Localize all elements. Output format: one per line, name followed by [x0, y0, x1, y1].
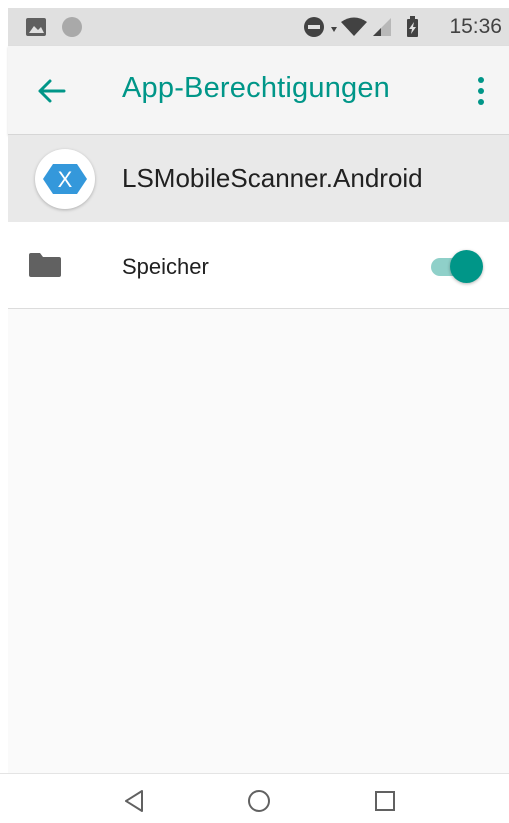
data-arrow-icon	[331, 27, 338, 32]
xamarin-app-icon: X	[35, 149, 95, 209]
permission-row-storage[interactable]: Speicher	[8, 222, 509, 309]
app-header-row: X LSMobileScanner.Android	[8, 135, 509, 222]
app-permissions-screen: 15:36 App-Berechtigungen X LSMobileScann…	[0, 0, 509, 823]
nav-back-button[interactable]	[120, 786, 150, 816]
image-notification-icon	[26, 18, 46, 36]
app-bar: App-Berechtigungen	[8, 46, 509, 135]
empty-content-area	[8, 309, 509, 773]
status-clock: 15:36	[449, 15, 502, 38]
permission-label: Speicher	[122, 254, 209, 279]
status-right: 15:36	[303, 14, 502, 40]
back-triangle-icon	[125, 790, 143, 812]
status-bar: 15:36	[8, 8, 509, 46]
status-left-icons	[26, 17, 86, 37]
more-vert-icon	[478, 77, 484, 105]
recents-square-icon	[375, 791, 395, 811]
folder-icon	[28, 252, 62, 283]
back-button[interactable]	[36, 76, 68, 106]
do-not-disturb-icon	[304, 17, 325, 37]
arrow-back-icon	[38, 79, 66, 103]
storage-permission-toggle[interactable]	[429, 248, 485, 283]
signal-icon	[373, 18, 392, 36]
overflow-menu-button[interactable]	[475, 76, 487, 106]
toggle-thumb	[450, 250, 483, 283]
app-name: LSMobileScanner.Android	[122, 163, 423, 193]
page-title: App-Berechtigungen	[122, 72, 391, 104]
home-circle-icon	[248, 790, 270, 812]
nav-home-button[interactable]	[244, 786, 274, 816]
app-icon-letter: X	[58, 167, 73, 192]
battery-charging-icon	[407, 16, 419, 37]
nav-recents-button[interactable]	[370, 786, 400, 816]
system-navigation-bar	[0, 773, 509, 823]
circle-notification-icon	[62, 17, 82, 37]
wifi-icon	[341, 17, 368, 36]
